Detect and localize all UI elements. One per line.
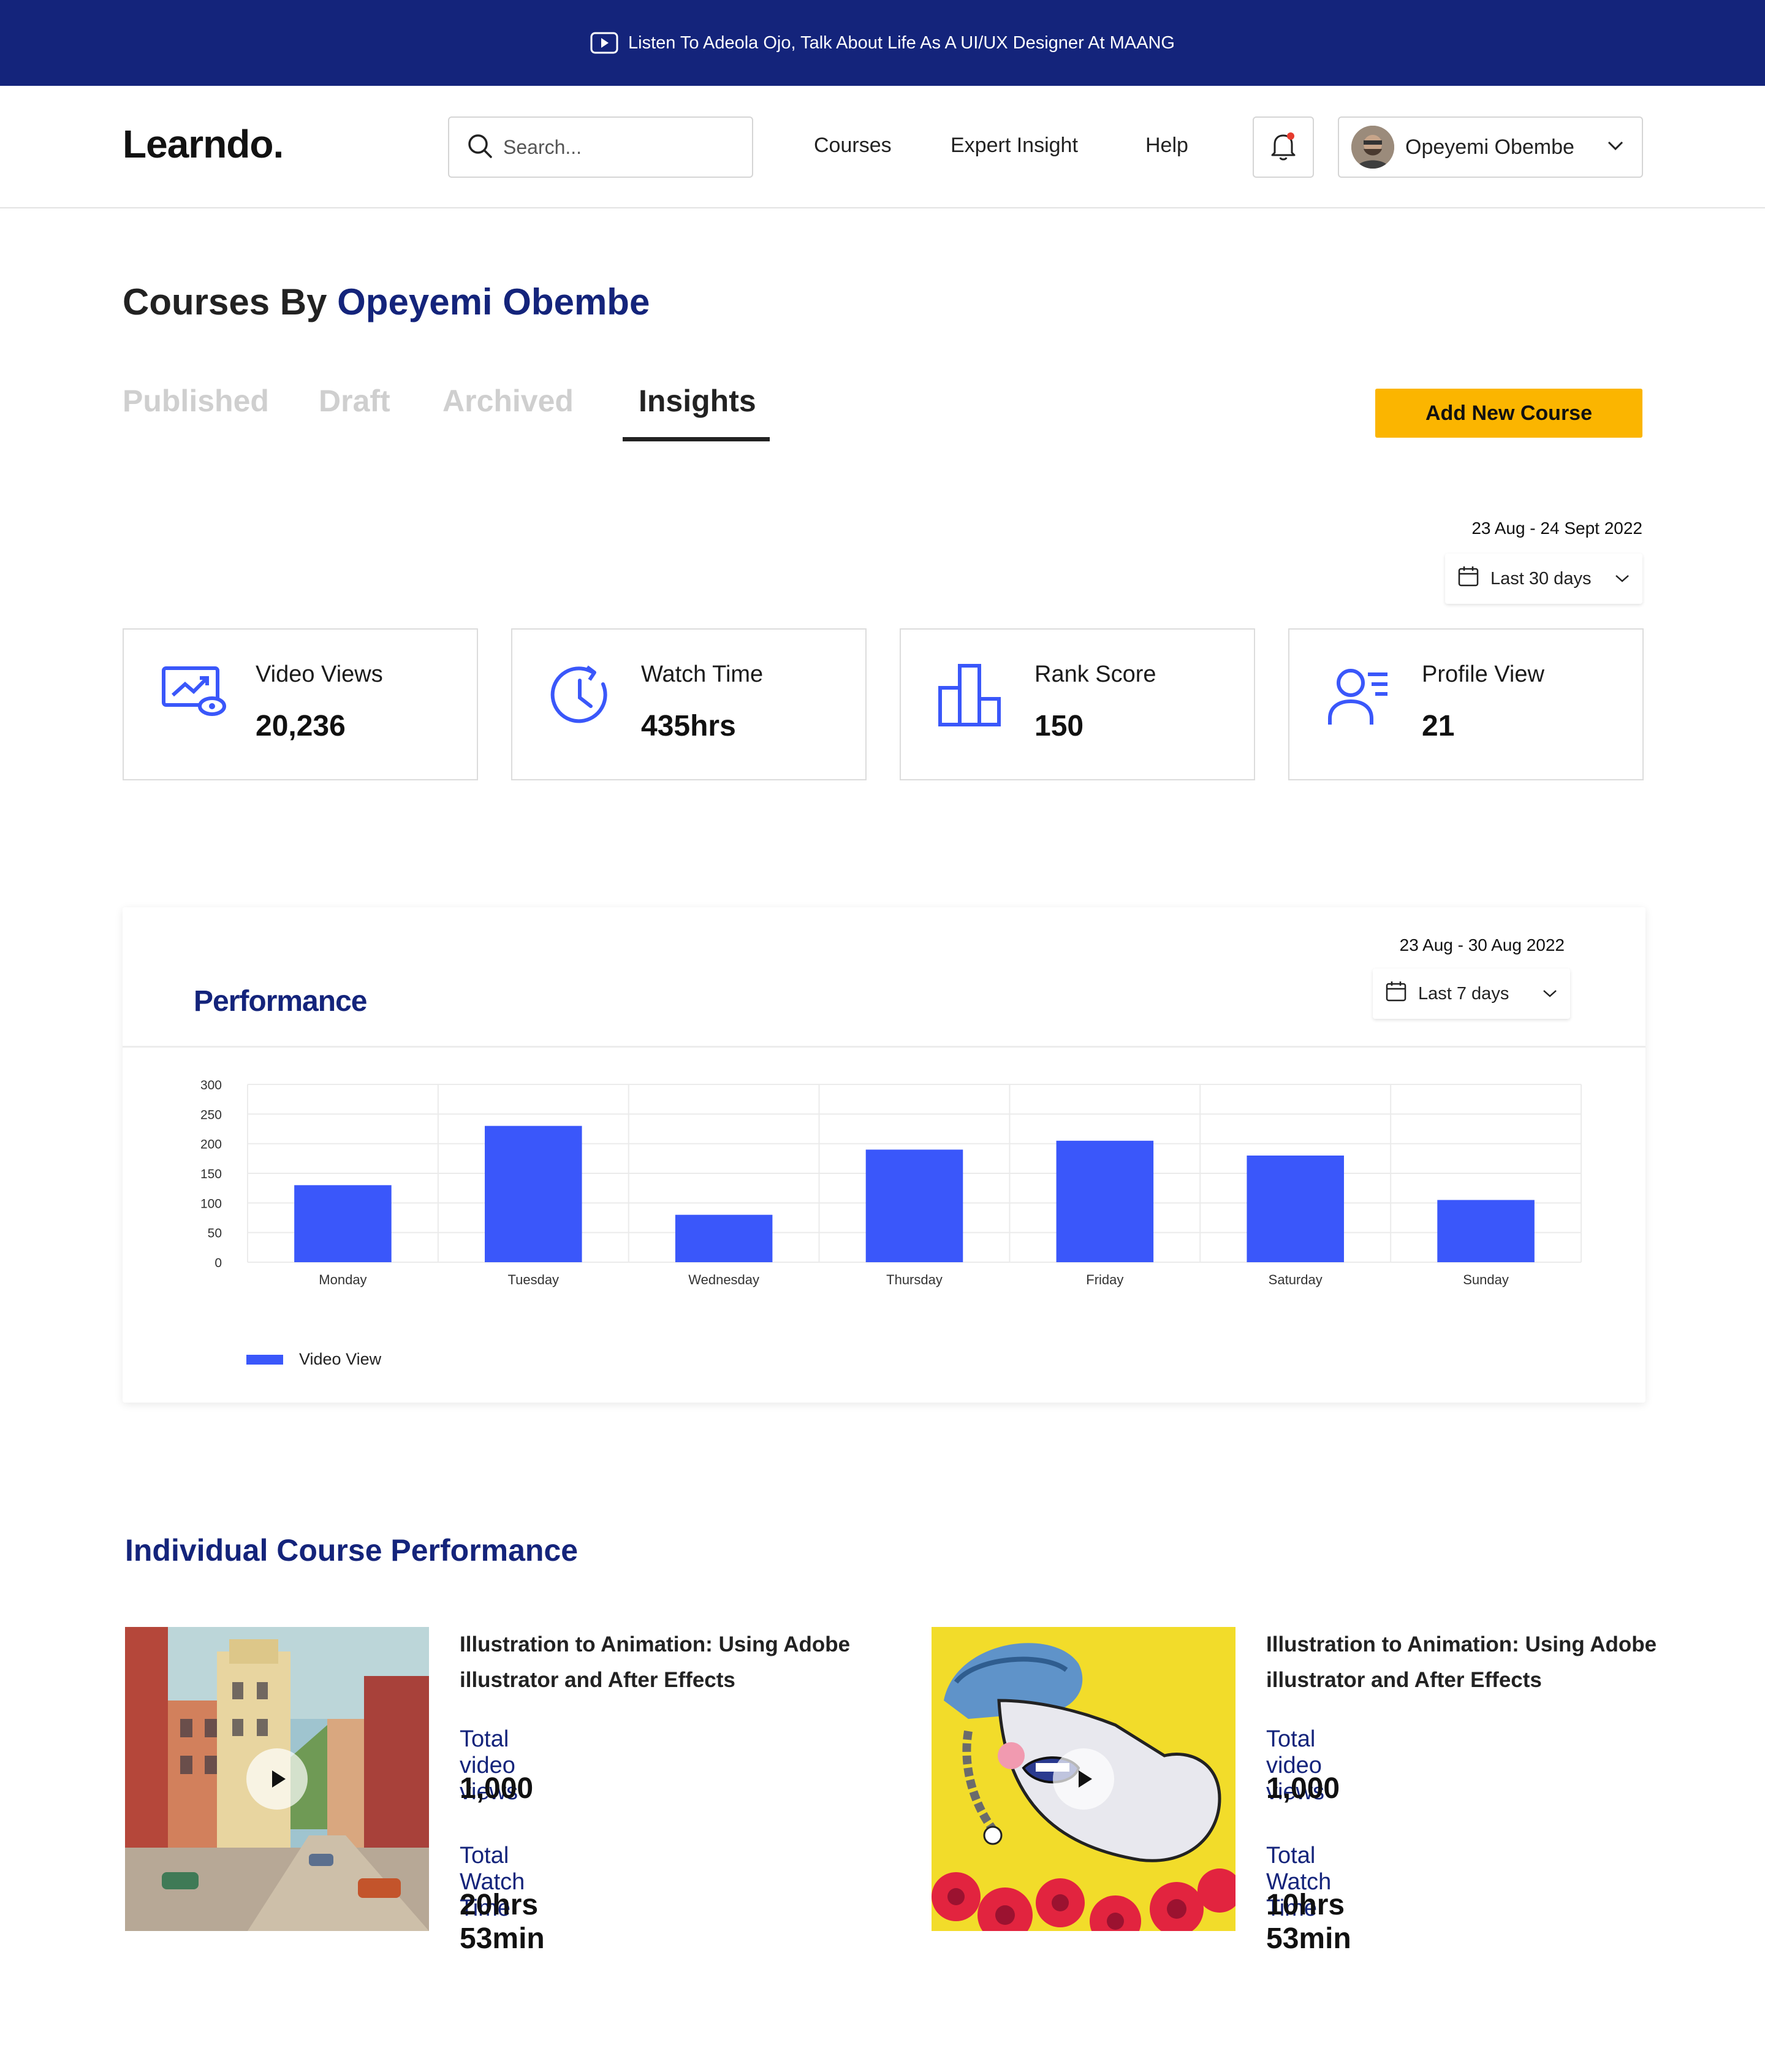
profile-list-icon	[1326, 663, 1394, 734]
stat-card-video-views[interactable]: Video Views 20,236	[123, 628, 478, 780]
performance-period-label: Last 7 days	[1418, 983, 1509, 1004]
y-tick-label: 100	[200, 1197, 222, 1211]
page-title-prefix: Courses By	[123, 281, 338, 322]
stat-value: 20,236	[256, 710, 346, 742]
watch-time-value: 10hrs 53min	[1266, 1889, 1351, 1955]
chevron-down-icon	[1606, 140, 1625, 155]
performance-title: Performance	[194, 985, 367, 1018]
user-name: Opeyemi Obembe	[1405, 135, 1574, 159]
bar-thursday	[865, 1149, 963, 1262]
y-tick-label: 200	[200, 1138, 222, 1152]
bar-wednesday	[675, 1214, 773, 1262]
x-tick-label: Sunday	[1463, 1272, 1509, 1287]
nav-courses[interactable]: Courses	[814, 134, 892, 158]
x-tick-label: Friday	[1086, 1272, 1123, 1287]
performance-card: Performance 23 Aug - 30 Aug 2022 Last 7 …	[123, 907, 1645, 1403]
page-title: Courses By Opeyemi Obembe	[123, 281, 650, 323]
y-tick-label: 0	[214, 1256, 222, 1270]
y-tick-label: 300	[200, 1078, 222, 1092]
chart-legend: Video View	[246, 1350, 381, 1369]
legend-swatch	[246, 1354, 283, 1365]
active-tab-indicator	[623, 437, 770, 441]
video-views-icon	[161, 663, 228, 722]
watch-time-value: 20hrs 53min	[460, 1889, 545, 1955]
x-tick-label: Tuesday	[507, 1272, 559, 1287]
y-tick-label: 50	[208, 1227, 222, 1241]
calendar-icon	[1457, 565, 1479, 592]
performance-date-range: 23 Aug - 30 Aug 2022	[1399, 935, 1565, 954]
tab-published[interactable]: Published	[123, 383, 269, 419]
tab-draft[interactable]: Draft	[319, 383, 390, 419]
search-input[interactable]: Search...	[448, 116, 753, 178]
x-tick-label: Monday	[319, 1272, 366, 1287]
course-thumbnail[interactable]	[932, 1627, 1236, 1931]
bar-saturday	[1247, 1156, 1344, 1262]
nav-expert-insight[interactable]: Expert Insight	[951, 134, 1078, 158]
stat-label: Video Views	[256, 661, 383, 687]
x-tick-label: Saturday	[1269, 1272, 1323, 1287]
x-tick-label: Thursday	[886, 1272, 943, 1287]
stat-card-watch-time[interactable]: Watch Time 435hrs	[511, 628, 867, 780]
announcement-banner[interactable]: Listen To Adeola Ojo, Talk About Life As…	[0, 0, 1765, 86]
bar-sunday	[1437, 1200, 1535, 1262]
performance-bar-chart: 0 50 100 150 200 250 300 Monday Tuesday Wednesday…	[200, 1078, 1582, 1287]
bell-icon	[1269, 131, 1297, 164]
nav-help[interactable]: Help	[1145, 134, 1188, 158]
play-button[interactable]	[1053, 1748, 1114, 1810]
bar-tuesday	[485, 1126, 582, 1262]
tab-archived[interactable]: Archived	[442, 383, 574, 419]
bar-monday	[294, 1185, 392, 1262]
course-title[interactable]: Illustration to Animation: Using Adobe i…	[1266, 1627, 1671, 1698]
add-new-course-button[interactable]: Add New Course	[1375, 389, 1642, 438]
course-thumbnail[interactable]	[125, 1627, 429, 1931]
tab-insights[interactable]: Insights	[639, 383, 756, 419]
logo[interactable]: Learndo.	[123, 121, 284, 167]
insights-period-dropdown[interactable]: Last 30 days	[1445, 554, 1642, 604]
y-tick-label: 250	[200, 1108, 222, 1122]
views-value: 1,000	[460, 1772, 534, 1805]
stat-value: 435hrs	[641, 710, 736, 742]
stat-label: Profile View	[1422, 661, 1544, 687]
bar-chart-icon	[938, 663, 1005, 734]
section-title: Individual Course Performance	[125, 1533, 579, 1567]
top-navbar: Learndo. Search... Courses Expert Insigh…	[0, 86, 1765, 208]
stat-card-profile-view[interactable]: Profile View 21	[1288, 628, 1644, 780]
stat-value: 150	[1034, 710, 1084, 742]
insights-period-label: Last 30 days	[1490, 568, 1592, 588]
legend-label: Video View	[299, 1350, 382, 1368]
stat-value: 21	[1422, 710, 1455, 742]
avatar	[1351, 126, 1394, 169]
search-placeholder: Search...	[503, 135, 582, 158]
calendar-icon	[1385, 980, 1407, 1007]
banner-text: Listen To Adeola Ojo, Talk About Life As…	[628, 32, 1175, 53]
x-tick-label: Wednesday	[688, 1272, 759, 1287]
performance-period-dropdown[interactable]: Last 7 days	[1373, 969, 1570, 1019]
play-button[interactable]	[246, 1748, 308, 1810]
stat-card-rank-score[interactable]: Rank Score 150	[900, 628, 1255, 780]
insights-date-range: 23 Aug - 24 Sept 2022	[1471, 519, 1642, 538]
search-icon	[466, 132, 493, 162]
course-title[interactable]: Illustration to Animation: Using Adobe i…	[460, 1627, 864, 1698]
views-value: 1,000	[1266, 1772, 1340, 1805]
user-menu[interactable]: Opeyemi Obembe	[1338, 116, 1643, 178]
stat-label: Rank Score	[1034, 661, 1156, 687]
notifications-button[interactable]	[1253, 116, 1314, 178]
chevron-down-icon	[1614, 569, 1630, 589]
bar-friday	[1056, 1140, 1154, 1262]
youtube-play-icon	[590, 32, 618, 54]
y-tick-label: 150	[200, 1167, 222, 1181]
clock-icon	[549, 663, 617, 734]
page-title-name: Opeyemi Obembe	[337, 281, 650, 322]
stat-label: Watch Time	[641, 661, 764, 687]
chevron-down-icon	[1542, 984, 1558, 1004]
